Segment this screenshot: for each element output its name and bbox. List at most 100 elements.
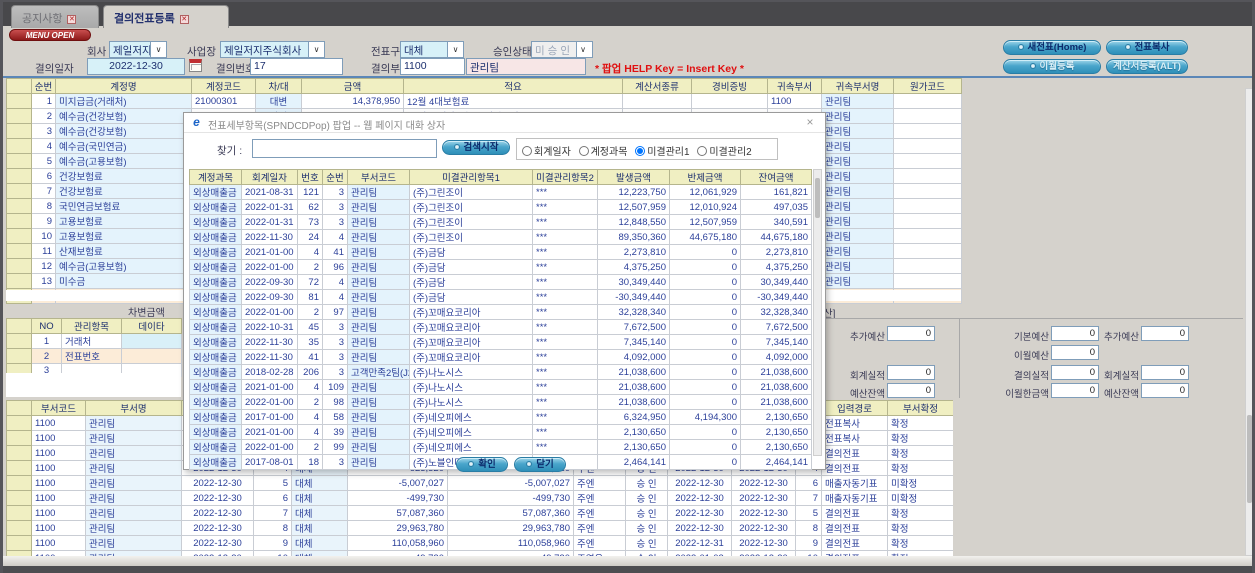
cell[interactable]: 확정: [887, 535, 953, 551]
cell[interactable]: [6, 138, 32, 154]
cell[interactable]: 4,375,250: [740, 259, 812, 275]
cell[interactable]: [6, 445, 32, 461]
cell[interactable]: 6: [31, 168, 56, 184]
cell[interactable]: 관리팀: [85, 460, 182, 476]
cell[interactable]: 승 인: [625, 475, 668, 491]
cell[interactable]: 외상매출금: [189, 244, 242, 260]
cell[interactable]: 2022-12-31: [667, 535, 732, 551]
budget-resolve-input[interactable]: 0: [1051, 365, 1099, 380]
cell[interactable]: 2022-12-30: [667, 475, 732, 491]
cell[interactable]: 2022-01-31: [241, 214, 298, 230]
cell[interactable]: 8: [253, 520, 292, 536]
cell[interactable]: 7: [31, 183, 56, 199]
cell[interactable]: 2,273,810: [597, 244, 670, 260]
cell[interactable]: [6, 535, 32, 551]
cell[interactable]: ***: [532, 439, 598, 455]
cell[interactable]: 2021-01-00: [241, 379, 298, 395]
cell[interactable]: 1100: [31, 535, 86, 551]
table-row[interactable]: 외상매출금 2022-01-00 2 97 관리팀 (주)꼬매요코리아 *** 32,328,…: [189, 304, 812, 320]
tab-notice[interactable]: 공지사항 ✕: [11, 5, 99, 28]
chevron-down-icon[interactable]: ∨: [447, 42, 463, 57]
cell[interactable]: 0: [669, 454, 741, 470]
cell[interactable]: 관리팀: [821, 108, 894, 124]
cell[interactable]: 2: [297, 439, 323, 455]
cell[interactable]: 7: [795, 490, 822, 506]
ok-button[interactable]: 확인: [456, 457, 508, 472]
cell[interactable]: 1100: [767, 93, 822, 109]
resolve-date-field[interactable]: 2022-12-30: [87, 58, 185, 75]
column-header[interactable]: 순번: [31, 78, 56, 94]
cell[interactable]: 외상매출금: [189, 229, 242, 245]
cell[interactable]: ***: [532, 319, 598, 335]
table-row[interactable]: 외상매출금 2022-10-31 45 3 관리팀 (주)꼬매요코리아 *** 7,672,5…: [189, 319, 812, 335]
cell[interactable]: [6, 243, 32, 259]
cell[interactable]: 4: [297, 244, 323, 260]
cell[interactable]: (주)그린조이: [409, 184, 533, 200]
column-header[interactable]: 미결관리항목2: [532, 169, 598, 185]
cell[interactable]: 29,963,780: [447, 520, 574, 536]
cell[interactable]: 0: [669, 424, 741, 440]
cell[interactable]: 7,345,140: [597, 334, 670, 350]
cell[interactable]: 81: [297, 289, 323, 305]
cell[interactable]: [6, 153, 32, 169]
cell[interactable]: 관리팀: [821, 258, 894, 274]
cell[interactable]: 예수금(국민연금): [55, 138, 192, 154]
cell[interactable]: 7,345,140: [740, 334, 812, 350]
cell[interactable]: 관리팀: [821, 228, 894, 244]
cell[interactable]: 57,087,360: [447, 505, 574, 521]
cell[interactable]: 관리팀: [347, 439, 410, 455]
cell[interactable]: [893, 228, 962, 244]
chevron-down-icon[interactable]: ∨: [150, 42, 166, 57]
cell[interactable]: 확정: [887, 520, 953, 536]
cell[interactable]: 관리팀: [347, 304, 410, 320]
radio-open1[interactable]: 미결관리1: [635, 143, 690, 158]
cell[interactable]: [6, 273, 32, 289]
cell[interactable]: 2022-09-30: [241, 274, 298, 290]
cell[interactable]: 2022-01-00: [241, 259, 298, 275]
column-header[interactable]: 계정명: [55, 78, 192, 94]
cell[interactable]: 4: [322, 229, 348, 245]
cell[interactable]: 18: [297, 454, 323, 470]
cell[interactable]: ***: [532, 289, 598, 305]
cell[interactable]: [6, 430, 32, 446]
budget-add-input[interactable]: 0: [887, 326, 935, 341]
cell[interactable]: (주)금담: [409, 244, 533, 260]
cell[interactable]: 외상매출금: [189, 424, 242, 440]
cell[interactable]: 0: [669, 349, 741, 365]
cell[interactable]: 1: [31, 93, 56, 109]
cell[interactable]: 2022-11-30: [241, 229, 298, 245]
new-slip-button[interactable]: 새전표(Home): [1003, 40, 1101, 55]
resolve-no-input[interactable]: 17: [250, 58, 343, 75]
cell[interactable]: 9: [31, 213, 56, 229]
cell[interactable]: 0: [669, 364, 741, 380]
radio-icon[interactable]: [522, 146, 532, 156]
budget-add2-input[interactable]: 0: [1141, 326, 1189, 341]
cell[interactable]: (주)꼬매요코리아: [409, 319, 533, 335]
cell[interactable]: 9: [795, 535, 822, 551]
cell[interactable]: (주)꼬매요코리아: [409, 304, 533, 320]
cell[interactable]: [121, 333, 182, 349]
cell[interactable]: 14,378,950: [301, 93, 404, 109]
cell[interactable]: [6, 108, 32, 124]
cell[interactable]: 외상매출금: [189, 184, 242, 200]
cell[interactable]: 2022-01-00: [241, 439, 298, 455]
cell[interactable]: 1100: [31, 520, 86, 536]
budget-base-input[interactable]: 0: [1051, 326, 1099, 341]
radio-acct-date[interactable]: 회계일자: [522, 143, 571, 158]
cell[interactable]: 4: [297, 409, 323, 425]
cell[interactable]: 6: [253, 490, 292, 506]
cell[interactable]: 0: [669, 304, 741, 320]
column-header[interactable]: 계정과목: [189, 169, 242, 185]
cell[interactable]: 2022-12-30: [731, 490, 796, 506]
cell[interactable]: 고객만족2팀(J2: [347, 364, 410, 380]
cell[interactable]: 관리팀: [347, 214, 410, 230]
cell[interactable]: ***: [532, 244, 598, 260]
cell[interactable]: 6: [795, 475, 822, 491]
cell[interactable]: [6, 228, 32, 244]
cell[interactable]: 110,058,960: [347, 535, 448, 551]
cell[interactable]: 관리팀: [85, 535, 182, 551]
cell[interactable]: 결의전표: [821, 445, 888, 461]
slip-type-select[interactable]: 대체 ∨: [400, 41, 464, 58]
column-header[interactable]: 관리항목: [61, 318, 122, 334]
cell[interactable]: [6, 168, 32, 184]
